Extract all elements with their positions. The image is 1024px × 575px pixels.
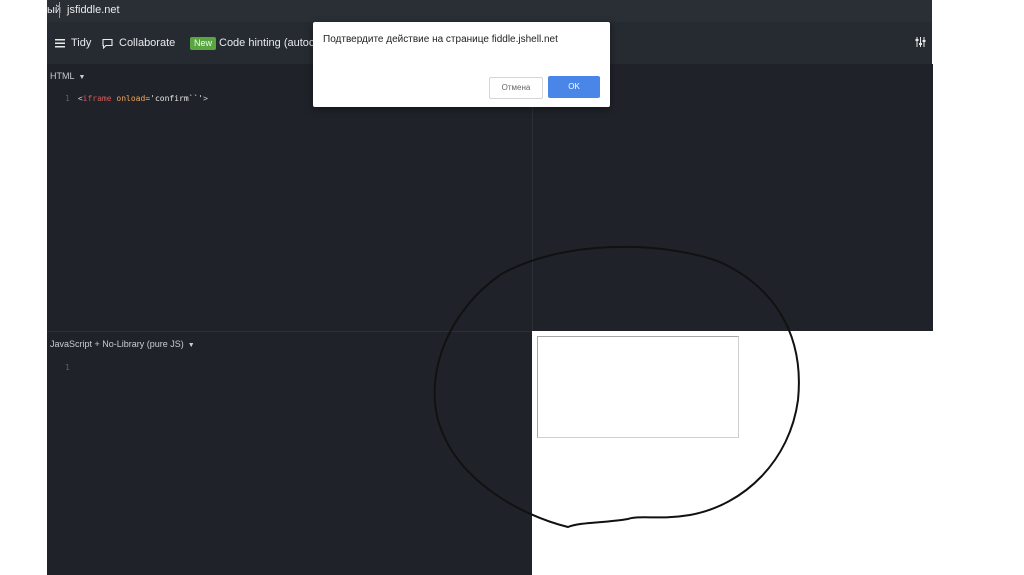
html-language-select[interactable]: HTML ▼	[50, 71, 85, 81]
titlebar-separator	[59, 2, 60, 18]
js-label: JavaScript + No-Library (pure JS)	[50, 339, 184, 349]
collaborate-button[interactable]: Collaborate	[102, 22, 175, 64]
html-label: HTML	[50, 71, 75, 81]
settings-icon[interactable]	[915, 36, 926, 48]
tidy-icon	[55, 38, 65, 47]
result-panel[interactable]	[532, 331, 932, 574]
collaborate-icon	[102, 38, 113, 49]
code-tag-close: >	[203, 94, 208, 103]
line-number: 1	[65, 94, 70, 103]
tidy-label: Tidy	[71, 37, 92, 49]
js-language-select[interactable]: JavaScript + No-Library (pure JS) ▼	[50, 339, 195, 349]
line-number: 1	[65, 363, 70, 372]
ok-button[interactable]: OK	[548, 76, 600, 98]
dialog-message: Подтвердите действие на странице fiddle.…	[323, 34, 558, 45]
result-iframe[interactable]	[537, 336, 739, 438]
code-attribute: onload	[116, 94, 146, 103]
cancel-button[interactable]: Отмена	[489, 77, 543, 99]
address-url[interactable]: jsfiddle.net	[67, 4, 120, 16]
code-attribute-value: 'confirm``'	[150, 94, 204, 103]
collaborate-label: Collaborate	[119, 37, 176, 49]
tidy-button[interactable]: Tidy	[55, 22, 91, 64]
chevron-down-icon: ▼	[187, 342, 195, 349]
new-badge: New	[190, 37, 217, 50]
js-code-line[interactable]: 1	[65, 363, 73, 372]
browser-titlebar: ый jsfiddle.net	[47, 0, 932, 22]
chevron-down-icon: ▼	[78, 74, 86, 81]
html-code-line[interactable]: 1 <iframe onload='confirm``'>	[65, 94, 208, 103]
js-panel[interactable]: JavaScript + No-Library (pure JS) ▼ 1	[47, 331, 532, 575]
code-tag-name: iframe	[82, 94, 112, 103]
confirm-dialog: Подтвердите действие на странице fiddle.…	[313, 22, 610, 107]
